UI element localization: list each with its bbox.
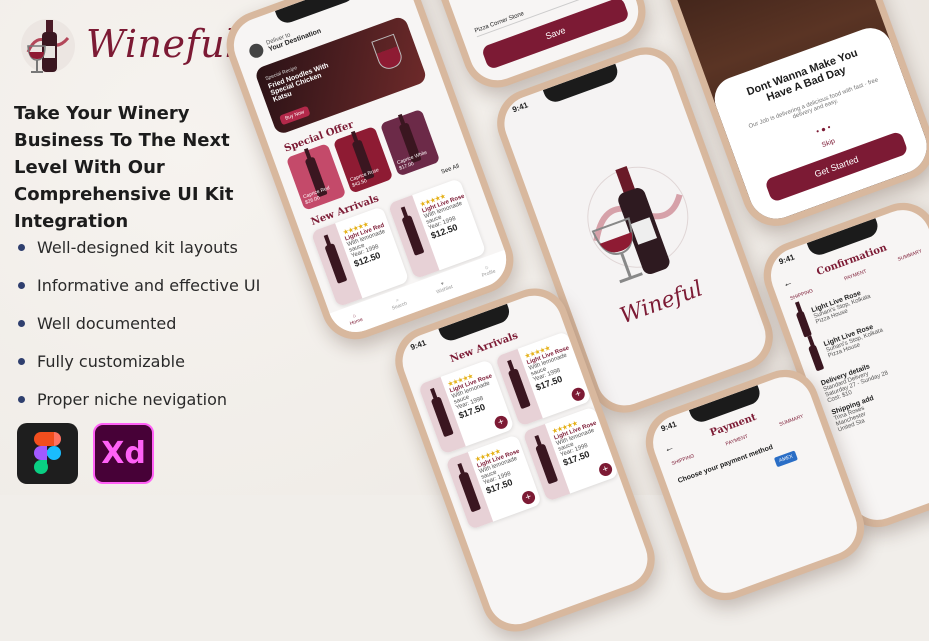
nav-search[interactable]: ⌕ Search (389, 295, 408, 311)
brand-name: Wineful (86, 22, 238, 66)
feature-item: Proper niche nevigation (18, 380, 260, 418)
buy-now-button[interactable]: Buy Now (279, 105, 311, 126)
feature-item: Informative and effective UI (18, 266, 260, 304)
add-icon[interactable]: + (597, 461, 614, 478)
headline: Take Your Winery Business To The Next Le… (14, 103, 234, 232)
nav-profile[interactable]: ☺ Profile (479, 263, 496, 279)
bullet-icon (18, 395, 25, 403)
adobe-xd-icon: Xd (93, 423, 154, 484)
amex-card-icon[interactable]: AMEX (773, 450, 799, 468)
avatar[interactable] (247, 41, 266, 60)
nav-home[interactable]: ⌂ Home (347, 311, 364, 327)
bullet-icon (18, 243, 25, 251)
wine-logo-icon (18, 12, 80, 78)
add-icon[interactable]: + (492, 414, 510, 431)
add-icon[interactable]: + (569, 385, 587, 403)
bullet-icon (18, 281, 25, 289)
wine-glass-icon (371, 33, 405, 72)
bullet-icon (18, 357, 25, 365)
figma-icon (17, 423, 78, 484)
nav-wishlist[interactable]: ♥ Wishlist (433, 278, 453, 296)
see-all-link[interactable]: See All (441, 164, 461, 176)
add-icon[interactable]: + (520, 489, 537, 506)
bullet-icon (18, 319, 25, 327)
feature-item: Well-designed kit layouts (18, 228, 260, 266)
feature-item: Fully customizable (18, 342, 260, 380)
feature-item: Well documented (18, 304, 260, 342)
feature-list: Well-designed kit layouts Informative an… (18, 228, 260, 418)
